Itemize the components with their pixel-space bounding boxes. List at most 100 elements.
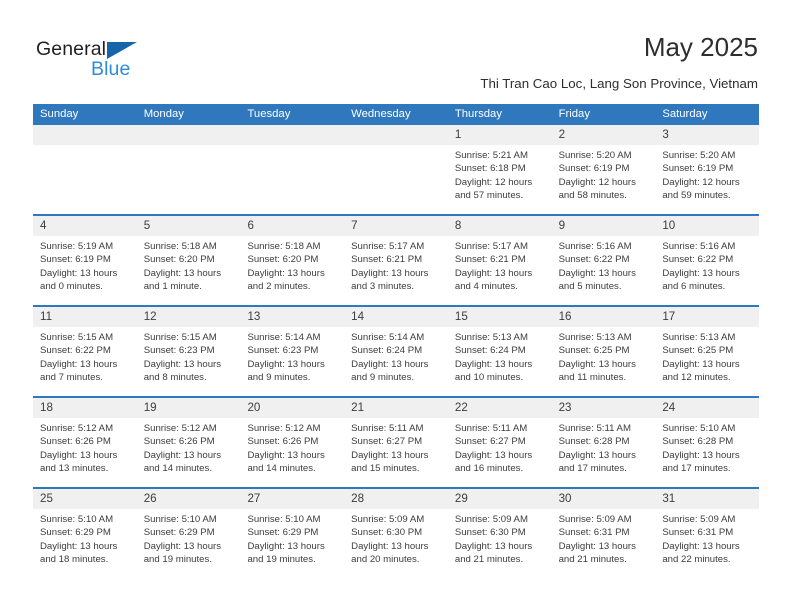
daylight-text: Daylight: 13 hours and 5 minutes. (558, 267, 636, 292)
day-number[interactable]: 28 (344, 489, 448, 509)
day-number[interactable]: 23 (552, 398, 656, 418)
sunrise-text: Sunrise: 5:16 AM (558, 241, 632, 252)
day-number[interactable]: 9 (552, 216, 656, 236)
day-number[interactable]: 26 (137, 489, 241, 509)
day-number[interactable]: 24 (655, 398, 759, 418)
day-cell: Sunrise: 5:15 AM Sunset: 6:22 PM Daylight:… (33, 327, 137, 396)
weekday-header-wednesday: Wednesday (351, 108, 411, 120)
sunset-text: Sunset: 6:29 PM (143, 527, 215, 539)
day-number[interactable]: 19 (137, 398, 241, 418)
week-detail-band: Sunrise: 5:10 AM Sunset: 6:29 PM Daylight:… (33, 509, 759, 578)
daylight-text: Daylight: 13 hours and 21 minutes. (558, 540, 636, 565)
sunset-text: Sunset: 6:21 PM (454, 254, 526, 266)
day-number[interactable]: 13 (240, 307, 344, 327)
day-number[interactable]: 27 (240, 489, 344, 509)
day-cell: Sunrise: 5:09 AM Sunset: 6:31 PM Daylight:… (655, 509, 759, 578)
day-number[interactable]: 21 (344, 398, 448, 418)
sunrise-text: Sunrise: 5:14 AM (247, 332, 321, 343)
sunrise-text: Sunrise: 5:18 AM (247, 241, 321, 252)
day-number[interactable]: 15 (448, 307, 552, 327)
day-number[interactable]: 8 (448, 216, 552, 236)
weekday-header-row: Sunday Monday Tuesday Wednesday Thursday Frid… (33, 104, 759, 125)
day-number[interactable]: 29 (448, 489, 552, 509)
sunset-text: Sunset: 6:25 PM (662, 345, 734, 357)
day-cell: Sunrise: 5:10 AM Sunset: 6:29 PM Daylight:… (137, 509, 241, 578)
sunrise-text: Sunrise: 5:11 AM (454, 423, 528, 434)
sunrise-text: Sunrise: 5:13 AM (558, 332, 632, 343)
daylight-text: Daylight: 13 hours and 7 minutes. (40, 358, 118, 383)
weekday-header-tuesday: Tuesday (247, 108, 291, 120)
day-number[interactable]: 25 (33, 489, 137, 509)
daylight-text: Daylight: 13 hours and 6 minutes. (662, 267, 740, 292)
sunrise-text: Sunrise: 5:11 AM (351, 423, 424, 434)
daylight-text: Daylight: 12 hours and 59 minutes. (662, 176, 740, 201)
day-number[interactable]: 6 (240, 216, 344, 236)
day-number[interactable]: 2 (552, 125, 656, 145)
week-date-number-band: 25 26 27 28 29 30 31 (33, 489, 759, 509)
sunset-text: Sunset: 6:26 PM (247, 436, 319, 448)
sunrise-text: Sunrise: 5:09 AM (454, 514, 528, 525)
day-cell: Sunrise: 5:20 AM Sunset: 6:19 PM Daylight:… (552, 145, 656, 214)
day-number[interactable]: 16 (552, 307, 656, 327)
sunset-text: Sunset: 6:31 PM (558, 527, 630, 539)
day-cell: Sunrise: 5:12 AM Sunset: 6:26 PM Daylight:… (240, 418, 344, 487)
logo-text-general: General (36, 38, 107, 60)
sunrise-text: Sunrise: 5:12 AM (143, 423, 217, 434)
calendar-week-row: 4 5 6 7 8 9 10 Sunrise: 5:19 AM Sunset: 6:19 PM D… (33, 214, 759, 305)
logo-text-blue: Blue (91, 58, 131, 80)
day-number[interactable]: 11 (33, 307, 137, 327)
day-cell: Sunrise: 5:18 AM Sunset: 6:20 PM Daylight:… (137, 236, 241, 305)
day-number[interactable]: 10 (655, 216, 759, 236)
sunset-text: Sunset: 6:24 PM (351, 345, 423, 357)
day-number[interactable]: 4 (33, 216, 137, 236)
sunrise-text: Sunrise: 5:10 AM (662, 423, 736, 434)
day-number[interactable]: 14 (344, 307, 448, 327)
daylight-text: Daylight: 13 hours and 3 minutes. (351, 267, 429, 292)
sunset-text: Sunset: 6:19 PM (40, 254, 111, 266)
daylight-text: Daylight: 13 hours and 17 minutes. (558, 449, 636, 474)
day-cell: Sunrise: 5:15 AM Sunset: 6:23 PM Daylight:… (137, 327, 241, 396)
general-blue-logo[interactable]: General Blue (36, 38, 156, 84)
calendar-week-row: 11 12 13 14 15 16 17 Sunrise: 5:15 AM Sunset: 6:… (33, 305, 759, 396)
sunrise-text: Sunrise: 5:19 AM (40, 241, 114, 252)
sunset-text: Sunset: 6:31 PM (662, 527, 734, 539)
daylight-text: Daylight: 13 hours and 0 minutes. (40, 267, 118, 292)
day-number[interactable]: 12 (137, 307, 241, 327)
day-number[interactable]: 17 (655, 307, 759, 327)
daylight-text: Daylight: 13 hours and 15 minutes. (351, 449, 429, 474)
day-number[interactable]: 3 (655, 125, 759, 145)
sunset-text: Sunset: 6:27 PM (351, 436, 423, 448)
daylight-text: Daylight: 13 hours and 9 minutes. (351, 358, 429, 383)
day-number[interactable]: 18 (33, 398, 137, 418)
daylight-text: Daylight: 12 hours and 57 minutes. (454, 176, 533, 201)
day-number[interactable]: 30 (552, 489, 656, 509)
day-number[interactable]: 22 (448, 398, 552, 418)
day-cell: Sunrise: 5:09 AM Sunset: 6:30 PM Daylight:… (448, 509, 552, 578)
day-cell: Sunrise: 5:13 AM Sunset: 6:24 PM Daylight:… (448, 327, 552, 396)
day-number-empty (33, 125, 137, 145)
day-cell: Sunrise: 5:10 AM Sunset: 6:29 PM Daylight:… (240, 509, 344, 578)
sunrise-text: Sunrise: 5:20 AM (662, 150, 736, 161)
day-cell: Sunrise: 5:11 AM Sunset: 6:27 PM Daylight:… (344, 418, 448, 487)
weekday-header-friday: Friday (558, 108, 590, 120)
week-date-number-band: 123 (33, 125, 759, 145)
sunset-text: Sunset: 6:25 PM (558, 345, 630, 357)
day-number[interactable]: 1 (448, 125, 552, 145)
day-number[interactable]: 5 (137, 216, 241, 236)
day-number-empty (240, 125, 344, 145)
sunset-text: Sunset: 6:29 PM (40, 527, 111, 539)
sunset-text: Sunset: 6:23 PM (247, 345, 319, 357)
day-number-empty (137, 125, 241, 145)
sunset-text: Sunset: 6:30 PM (454, 527, 526, 539)
weekday-header-saturday: Saturday (662, 108, 708, 120)
day-number[interactable]: 7 (344, 216, 448, 236)
sunset-text: Sunset: 6:23 PM (143, 345, 215, 357)
sunrise-text: Sunrise: 5:10 AM (143, 514, 217, 525)
day-number[interactable]: 20 (240, 398, 344, 418)
day-number[interactable]: 31 (655, 489, 759, 509)
daylight-text: Daylight: 13 hours and 9 minutes. (247, 358, 325, 383)
sunset-text: Sunset: 6:19 PM (558, 163, 630, 175)
weekday-header-thursday: Thursday (454, 108, 502, 120)
day-cell: Sunrise: 5:13 AM Sunset: 6:25 PM Daylight:… (552, 327, 656, 396)
sunrise-text: Sunrise: 5:15 AM (143, 332, 217, 343)
